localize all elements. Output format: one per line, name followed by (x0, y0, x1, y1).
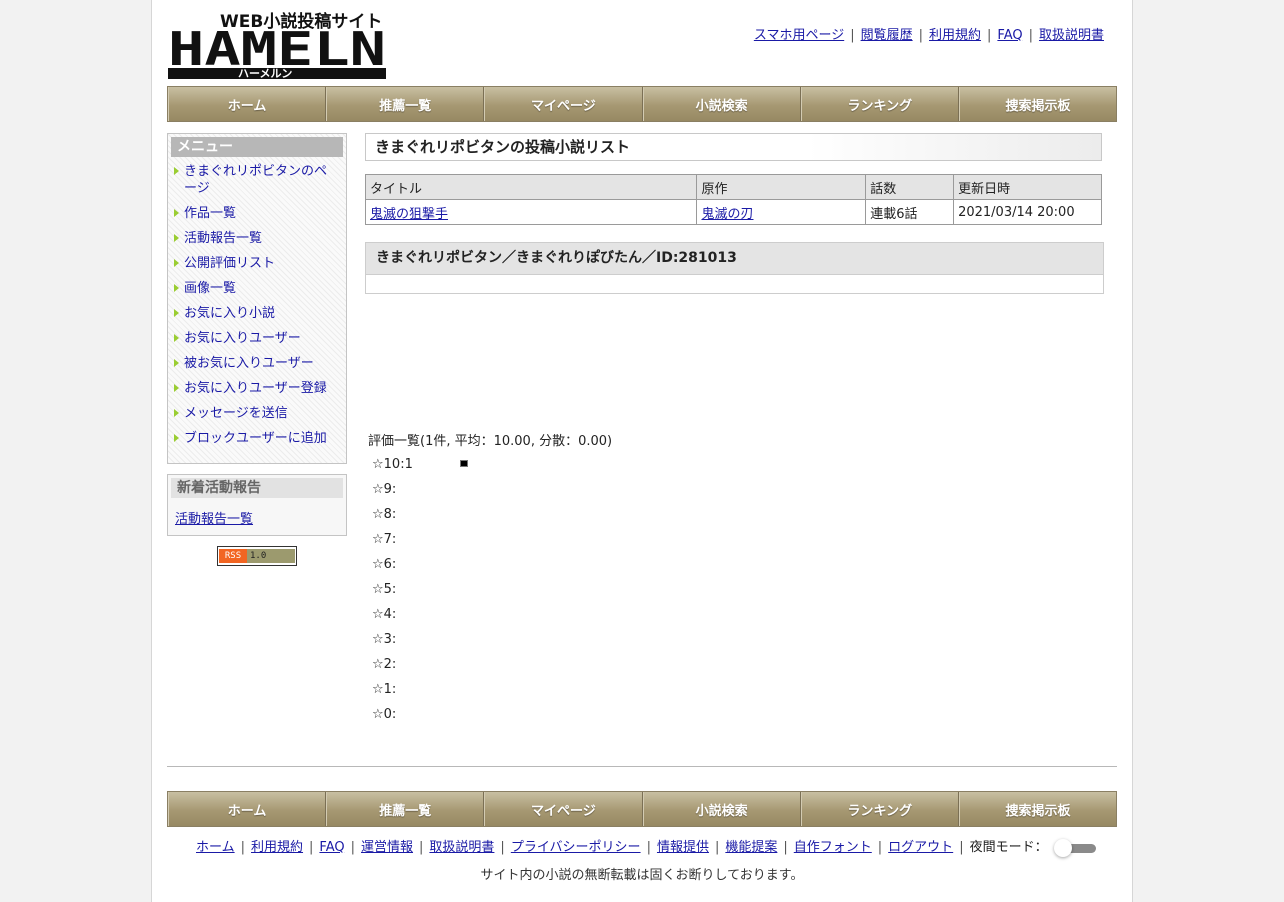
rating-row: ☆8: (368, 505, 612, 530)
sidebar-item-favorite-users[interactable]: お気に入りユーザー (168, 330, 346, 347)
new-activity-box: 新着活動報告 活動報告一覧 (167, 474, 347, 536)
logo-subtext: ハーメルン (238, 67, 292, 80)
top-links: スマホ用ページ | 閲覧履歴 | 利用規約 | FAQ | 取扱説明書 (753, 28, 1104, 43)
footer-link-feature-request[interactable]: 機能提案 (725, 840, 777, 855)
new-activity-title: 新着活動報告 (171, 478, 343, 498)
sidebar-item-send-message[interactable]: メッセージを送信 (168, 405, 346, 422)
rating-row: ☆5: (368, 580, 612, 605)
rating-row: ☆7: (368, 530, 612, 555)
activity-report-list-link[interactable]: 活動報告一覧 (175, 508, 346, 527)
sidebar-item-user-page[interactable]: きまぐれリポビタンのページ (168, 163, 346, 197)
rss-icon: RSS (219, 549, 247, 563)
nav-home[interactable]: ホーム (168, 87, 327, 121)
rating-row: ☆6: (368, 555, 612, 580)
faq-link[interactable]: FAQ (997, 28, 1022, 43)
divider (167, 766, 1117, 767)
footer-nav-novel-search[interactable]: 小説検索 (642, 792, 801, 826)
night-mode-toggle[interactable] (1053, 838, 1098, 857)
footer-nav-mypage[interactable]: マイページ (484, 792, 643, 826)
episode-count: 連載6話 (865, 199, 955, 225)
user-info-header: きまぐれリポビタン／きまぐれりぽびたん／ID:281013 (366, 243, 1103, 275)
rating-bar (460, 460, 468, 467)
sidebar-item-favorited-by[interactable]: 被お気に入りユーザー (168, 355, 346, 372)
nav-ranking[interactable]: ランキング (800, 87, 959, 121)
sidebar-item-images[interactable]: 画像一覧 (168, 280, 346, 297)
manual-link[interactable]: 取扱説明書 (1039, 28, 1104, 43)
footer-nav-ranking[interactable]: ランキング (800, 792, 959, 826)
rating-label: ☆3: (372, 632, 397, 647)
sidebar-item-activity-reports[interactable]: 活動報告一覧 (168, 230, 346, 247)
footer-link-home[interactable]: ホーム (196, 840, 235, 855)
footer-link-privacy[interactable]: プライバシーポリシー (511, 840, 641, 855)
column-header-episodes: 話数 (865, 174, 955, 200)
rss-version: 1.0 (247, 549, 295, 563)
nav-novel-search[interactable]: 小説検索 (642, 87, 801, 121)
original-work-link[interactable]: 鬼滅の刃 (701, 207, 753, 222)
smartphone-page-link[interactable]: スマホ用ページ (754, 28, 844, 43)
nav-mypage[interactable]: マイページ (484, 87, 643, 121)
site-logo[interactable]: WEB小説投稿サイト HAMELN ハーメルン (168, 10, 388, 80)
footer-nav-search-board[interactable]: 捜索掲示板 (958, 792, 1117, 826)
rating-row: ☆4: (368, 605, 612, 630)
footer-link-logout[interactable]: ログアウト (888, 840, 953, 855)
rating-label: ☆7: (372, 532, 397, 547)
column-header-updated: 更新日時 (953, 174, 1102, 200)
user-info-box: きまぐれリポビタン／きまぐれりぽびたん／ID:281013 (365, 242, 1104, 294)
rating-row: ☆1: (368, 680, 612, 705)
footer-nav-home[interactable]: ホーム (168, 792, 327, 826)
footer-nav: ホーム 推薦一覧 マイページ 小説検索 ランキング 捜索掲示板 (167, 791, 1117, 827)
rss-badge[interactable]: RSS 1.0 (217, 546, 297, 566)
footer-nav-recommendations[interactable]: 推薦一覧 (326, 792, 485, 826)
footer-link-operation[interactable]: 運営情報 (361, 840, 413, 855)
rating-row: ☆10:1 (368, 455, 612, 480)
rating-label: ☆6: (372, 557, 397, 572)
rating-label: ☆5: (372, 582, 397, 597)
ratings-list: 評価一覧(1件, 平均：10.00, 分散：0.00) ☆10:1 ☆9: ☆8: ☆… (368, 430, 612, 730)
rating-row: ☆3: (368, 630, 612, 655)
rating-label: ☆0: (372, 707, 397, 722)
nav-search-board[interactable]: 捜索掲示板 (958, 87, 1117, 121)
novel-table: タイトル 原作 話数 更新日時 鬼滅の狙撃手 鬼滅の刃 連載6話 2021/03… (364, 174, 1102, 225)
main-nav: ホーム 推薦一覧 マイページ 小説検索 ランキング 捜索掲示板 (167, 86, 1117, 122)
sidebar-item-block-user[interactable]: ブロックユーザーに追加 (168, 430, 346, 447)
column-header-original: 原作 (696, 174, 867, 200)
rating-label: ☆10:1 (372, 457, 413, 472)
updated-at: 2021/03/14 20:00 (953, 199, 1102, 225)
footer-link-fonts[interactable]: 自作フォント (794, 840, 872, 855)
rating-label: ☆4: (372, 607, 397, 622)
sidebar-item-favorite-novels[interactable]: お気に入り小説 (168, 305, 346, 322)
sidebar-item-works[interactable]: 作品一覧 (168, 205, 346, 222)
novel-title-link[interactable]: 鬼滅の狙撃手 (370, 207, 448, 222)
terms-link[interactable]: 利用規約 (929, 28, 981, 43)
footer-link-info[interactable]: 情報提供 (657, 840, 709, 855)
novel-list-title: きまぐれリポビタンの投稿小説リスト (365, 133, 1102, 161)
footer-link-faq[interactable]: FAQ (319, 840, 344, 855)
rating-label: ☆9: (372, 482, 397, 497)
night-mode-label: 夜間モード： (969, 840, 1048, 855)
rating-label: ☆1: (372, 682, 397, 697)
footer-links: ホーム | 利用規約 | FAQ | 運営情報 | 取扱説明書 | プライバシーポリシー | 情報提供 |… (196, 836, 1098, 857)
sidebar-menu: メニュー きまぐれリポビタンのページ 作品一覧 活動報告一覧 公開評価リスト 画… (167, 133, 347, 464)
menu-title: メニュー (171, 137, 343, 157)
rating-label: ☆8: (372, 507, 397, 522)
ratings-summary: 評価一覧(1件, 平均：10.00, 分散：0.00) (368, 434, 613, 449)
footer-link-terms[interactable]: 利用規約 (251, 840, 303, 855)
table-header-row: タイトル 原作 話数 更新日時 (364, 174, 1102, 200)
rating-label: ☆2: (372, 657, 397, 672)
nav-recommendations[interactable]: 推薦一覧 (326, 87, 485, 121)
sidebar-item-public-ratings[interactable]: 公開評価リスト (168, 255, 346, 272)
history-link[interactable]: 閲覧履歴 (861, 28, 913, 43)
rating-row: ☆0: (368, 705, 612, 730)
footer-link-manual[interactable]: 取扱説明書 (429, 840, 494, 855)
page-container: WEB小説投稿サイト HAMELN ハーメルン スマホ用ページ | 閲覧履歴 | 利用規… (151, 0, 1133, 902)
sidebar-item-add-favorite-user[interactable]: お気に入りユーザー登録 (168, 380, 346, 397)
copyright-notice: サイト内の小説の無断転載は固くお断りしております。 (480, 868, 804, 883)
rating-row: ☆9: (368, 480, 612, 505)
table-row: 鬼滅の狙撃手 鬼滅の刃 連載6話 2021/03/14 20:00 (364, 199, 1102, 225)
column-header-title: タイトル (364, 174, 698, 200)
rating-row: ☆2: (368, 655, 612, 680)
